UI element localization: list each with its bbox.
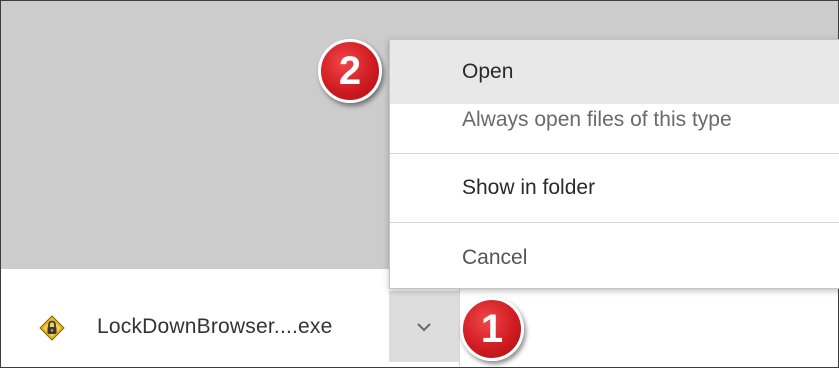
lockdown-browser-lock-icon (39, 315, 65, 341)
menu-separator (390, 222, 839, 223)
menu-item-label: Show in folder (462, 176, 596, 199)
menu-item-open[interactable]: Open (390, 40, 839, 104)
menu-item-cancel[interactable]: Cancel (390, 230, 839, 286)
chevron-down-icon (417, 323, 431, 332)
step-2-badge: 2 (318, 39, 382, 103)
download-options-button[interactable] (389, 291, 459, 362)
download-file-name: LockDownBrowser....exe (97, 315, 333, 338)
menu-item-always-open[interactable]: Always open files of this type (390, 104, 839, 152)
menu-separator (390, 153, 839, 154)
menu-item-show-in-folder[interactable]: Show in folder (390, 162, 839, 220)
step-1-badge: 1 (460, 297, 524, 361)
menu-item-label: Always open files of this type (462, 108, 732, 131)
menu-item-label: Cancel (462, 246, 528, 269)
download-context-menu: Open Always open files of this type Show… (389, 39, 839, 289)
menu-item-label: Open (462, 60, 514, 83)
